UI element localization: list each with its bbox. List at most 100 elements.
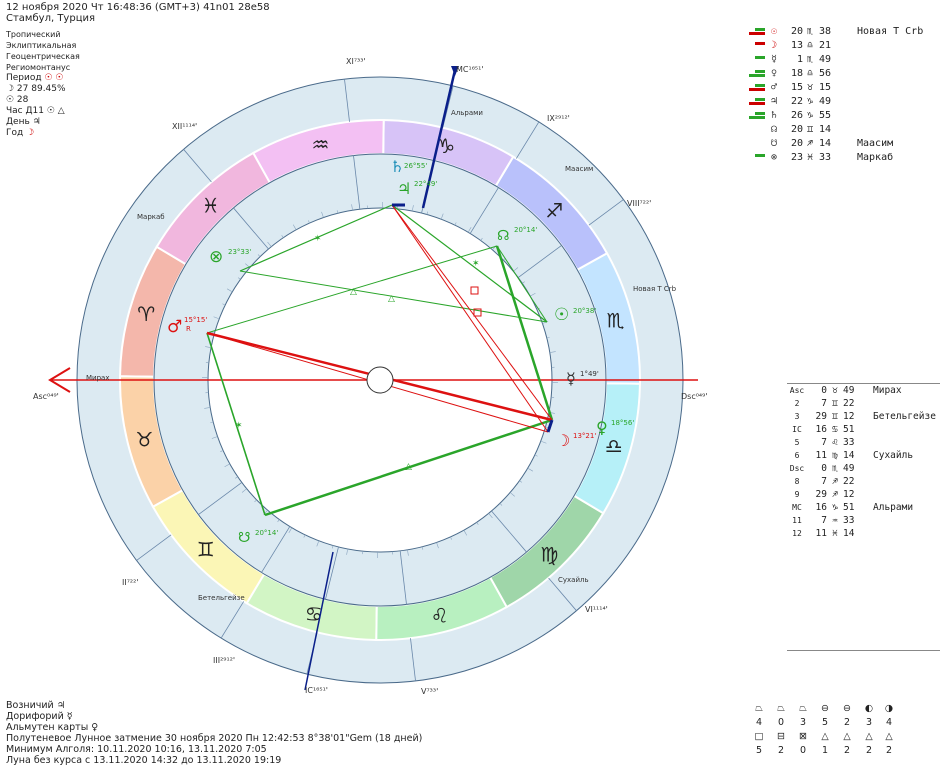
house-row[interactable]: 6 11 ♍ 14 Сухайль: [787, 449, 940, 462]
venus-icon[interactable]: ♀: [596, 418, 608, 437]
scorpio-icon: ♏: [607, 308, 625, 332]
house-sign-icon: ♊: [832, 411, 838, 422]
algol-row: Минимум Алголя: 10.11.2020 10:16, 13.11.…: [6, 744, 267, 755]
dignity-bar: [749, 88, 765, 91]
mercury-icon[interactable]: ☿: [566, 369, 576, 388]
planet-sign-icon: ♊: [806, 123, 814, 135]
mars-icon[interactable]: ♂: [167, 317, 182, 337]
house-row[interactable]: Dsc 0 ♏ 49: [787, 462, 940, 475]
planet-sign-icon: ♑: [806, 109, 814, 121]
stat-icon: ⊖: [821, 703, 829, 714]
planet-row[interactable]: ☉ 20 ♏ 38 Новая Т Crb: [745, 24, 940, 38]
star-maasim: Маасим: [565, 165, 593, 173]
house-row[interactable]: 2 7 ♊ 22: [787, 397, 940, 410]
chart-footer: Возничий ♃ Дорифорий ☿ Альмутен карты ♀ …: [6, 700, 422, 766]
stat-value: 3: [865, 717, 873, 728]
planet-row[interactable]: ☋ 20 ♐ 14 Маасим: [745, 136, 940, 150]
star-novaya: Новая Т Crb: [633, 285, 677, 293]
house-row[interactable]: Asc 0 ♉ 49 Мирах: [787, 384, 940, 397]
dignity-bars: [745, 122, 767, 136]
leo-icon: ♌: [431, 604, 449, 628]
stat-icon: ⏢: [777, 703, 785, 714]
star-mirah: Мирах: [86, 374, 109, 382]
planet-row[interactable]: ♀ 18 ♎ 56: [745, 66, 940, 80]
sun-icon[interactable]: ☉: [554, 305, 569, 325]
planet-row[interactable]: ☽ 13 ♎ 21: [745, 38, 940, 52]
dignity-bars: [745, 94, 767, 108]
house-row[interactable]: 9 29 ♐ 12: [787, 488, 940, 501]
house-row[interactable]: MC 16 ♑ 51 Альрами: [787, 501, 940, 514]
planet-sign-icon: ♏: [806, 25, 814, 37]
element-stats: ⏢ 4 ⏢ 0 ⏢ 3 ⊖ 5 ⊖ 2 ◐ 3 ◑ 4 □ 5 ⊟ 2 ⊠ 0 △ 1 △ 2 △ 2 △ 2: [752, 703, 932, 759]
house-5-label: V⁷³³': [421, 687, 438, 696]
planet-sign-icon: ♎: [806, 39, 814, 51]
planet-row[interactable]: ♄ 26 ♑ 55: [745, 108, 940, 122]
stat-value: 2: [885, 745, 893, 756]
planet-row[interactable]: ♂ 15 ♉ 15: [745, 80, 940, 94]
north-node-degree: 20°14': [514, 226, 537, 234]
planet-minutes: 56: [819, 67, 832, 79]
house-sign-icon: ♓: [832, 528, 838, 539]
house-row[interactable]: 12 11 ♓ 14: [787, 527, 940, 540]
planet-glyph-icon: ☉: [770, 25, 778, 37]
house-minutes: 33: [843, 437, 855, 448]
house-degree: 16: [815, 424, 827, 435]
saturn-icon[interactable]: ♄: [390, 157, 404, 176]
moon-icon[interactable]: ☽: [556, 431, 570, 450]
planet-minutes: 14: [819, 137, 832, 149]
taurus-icon: ♉: [135, 428, 153, 452]
gemini-icon: ♊: [197, 537, 215, 561]
stat-icon: △: [821, 731, 829, 742]
planet-glyph-icon: ♀: [770, 67, 778, 79]
dignity-bar: [749, 32, 765, 35]
planet-sign-icon: ♉: [806, 81, 814, 93]
house-row[interactable]: IC 16 ♋ 51: [787, 423, 940, 436]
planet-row[interactable]: ⊗ 23 ♓ 33 Маркаб: [745, 150, 940, 164]
house-sign-icon: ♏: [832, 463, 838, 474]
house-sign-icon: ♌: [832, 437, 838, 448]
star-markab: Маркаб: [137, 213, 165, 221]
sun-degree: 20°38': [573, 307, 596, 315]
house-label: 2: [794, 399, 800, 408]
planet-positions-table: ☉ 20 ♏ 38 Новая Т Crb ☽ 13 ♎ 21 ☿ 1 ♏ 49 ♀ 18 ♎ 56 ♂ 15 ♉ 15…: [745, 24, 940, 164]
trine-aspect-icon: △: [350, 287, 357, 297]
house-sign-icon: ♋: [832, 424, 838, 435]
planet-sign-icon: ♓: [806, 151, 814, 163]
north-node-icon[interactable]: ☊: [497, 228, 509, 244]
stat-icon: △: [885, 731, 893, 742]
house-minutes: 33: [843, 515, 855, 526]
planet-row[interactable]: ☿ 1 ♏ 49: [745, 52, 940, 66]
planet-glyph-icon: ♃: [770, 95, 778, 107]
fortune-degree: 23°33': [228, 248, 251, 256]
house-degree: 7: [821, 476, 827, 487]
house-label: 5: [794, 438, 800, 447]
house-label: 6: [794, 451, 800, 460]
planet-fixed-star: Маасим: [857, 137, 894, 149]
sextile-aspect-icon: ✶: [472, 259, 480, 269]
stat-icon: □: [754, 731, 764, 742]
dsc-label: Dsc⁰⁴⁹': [681, 392, 708, 401]
sextile-aspect-icon: ✶: [235, 421, 243, 431]
planet-glyph-icon: ☽: [770, 39, 778, 51]
dignity-bars: [745, 150, 767, 164]
house-3-label: III²⁹¹²': [213, 656, 235, 665]
house-row[interactable]: 8 7 ♐ 22: [787, 475, 940, 488]
house-label: 12: [792, 529, 802, 538]
house-fixed-star: Мирах: [873, 385, 902, 396]
part-of-fortune-icon[interactable]: ⊗: [209, 247, 223, 267]
south-node-icon[interactable]: ☋: [238, 530, 250, 546]
saturn-degree: 26°55': [404, 162, 427, 170]
house-fixed-star: Сухайль: [873, 450, 914, 461]
house-row[interactable]: 11 7 ♒ 33: [787, 514, 940, 527]
stat-value: 4: [885, 717, 893, 728]
house-row[interactable]: 5 7 ♌ 33: [787, 436, 940, 449]
house-label: IC: [792, 425, 802, 434]
planet-minutes: 38: [819, 25, 832, 37]
house-row[interactable]: 3 29 ♊ 12 Бетельгейзе: [787, 410, 940, 423]
planet-row[interactable]: ☊ 20 ♊ 14: [745, 122, 940, 136]
planet-row[interactable]: ♃ 22 ♑ 49: [745, 94, 940, 108]
jupiter-icon[interactable]: ♃: [397, 179, 411, 198]
house-sign-icon: ♊: [832, 398, 838, 409]
planet-minutes: 33: [819, 151, 832, 163]
stat-icon: ⊠: [799, 731, 807, 742]
